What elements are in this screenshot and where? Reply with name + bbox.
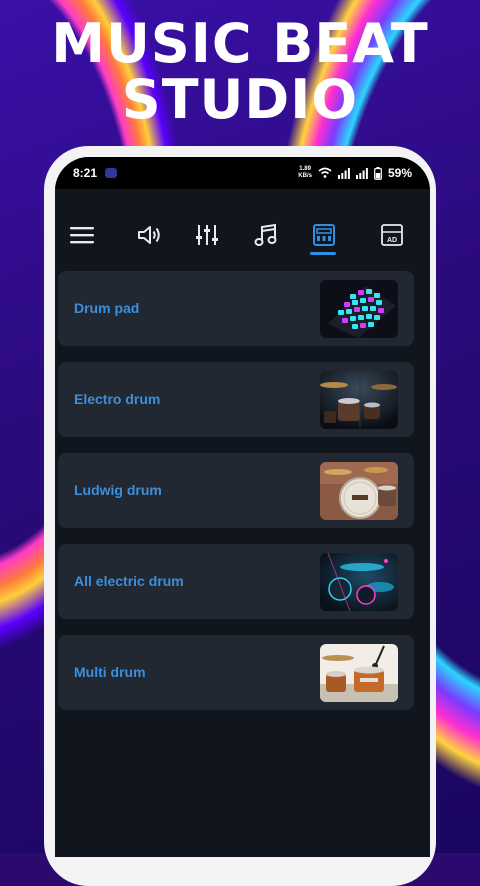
drum-item-label: Multi drum	[74, 664, 146, 680]
all-electric-drum-thumbnail	[320, 553, 398, 611]
drum-pad-thumbnail	[320, 280, 398, 338]
top-toolbar: AD	[55, 213, 430, 259]
speaker-icon[interactable]	[135, 221, 163, 249]
network-speed-value: 1.89	[299, 166, 311, 172]
promo-title-line1: MUSIC BEAT	[51, 12, 429, 75]
drum-item-label: Ludwig drum	[74, 482, 162, 498]
wifi-icon	[318, 167, 332, 178]
music-note-icon[interactable]	[252, 221, 280, 249]
drum-item-label: All electric drum	[74, 573, 184, 589]
drum-item-drum-pad[interactable]: Drum pad	[58, 271, 414, 346]
battery-percent: 59%	[387, 166, 412, 180]
battery-icon	[374, 166, 382, 180]
notification-icon	[105, 168, 118, 178]
app-screen: 8:21 1.89 KB/s 59% AD Drum pad Electro d…	[55, 157, 430, 857]
drum-item-all-electric-drum[interactable]: All electric drum	[58, 544, 414, 619]
electro-drum-thumbnail	[320, 371, 398, 429]
multi-drum-thumbnail	[320, 644, 398, 702]
promo-title: MUSIC BEAT STUDIO	[0, 16, 480, 128]
ad-label: AD	[387, 237, 397, 244]
drum-item-label: Drum pad	[74, 300, 140, 316]
ad-icon[interactable]: AD	[378, 221, 406, 249]
menu-icon[interactable]	[68, 221, 96, 249]
signal-icon-2	[355, 167, 368, 179]
ludwig-drum-thumbnail	[320, 462, 398, 520]
network-speed: 1.89 KB/s	[298, 166, 312, 180]
status-time: 8:21	[73, 166, 98, 180]
drum-item-label: Electro drum	[74, 391, 161, 407]
drum-item-electro-drum[interactable]: Electro drum	[58, 362, 414, 437]
active-tab-indicator	[310, 252, 336, 255]
network-speed-unit: KB/s	[298, 173, 312, 179]
drum-list: Drum pad Electro drum Ludwig drum All el…	[58, 271, 414, 726]
equalizer-icon[interactable]	[193, 221, 221, 249]
status-bar: 8:21 1.89 KB/s 59%	[55, 157, 430, 189]
drum-item-multi-drum[interactable]: Multi drum	[58, 635, 414, 710]
drum-kit-icon[interactable]	[310, 221, 338, 249]
promo-title-line2: STUDIO	[121, 68, 359, 131]
drum-item-ludwig-drum[interactable]: Ludwig drum	[58, 453, 414, 528]
signal-icon	[337, 167, 350, 179]
